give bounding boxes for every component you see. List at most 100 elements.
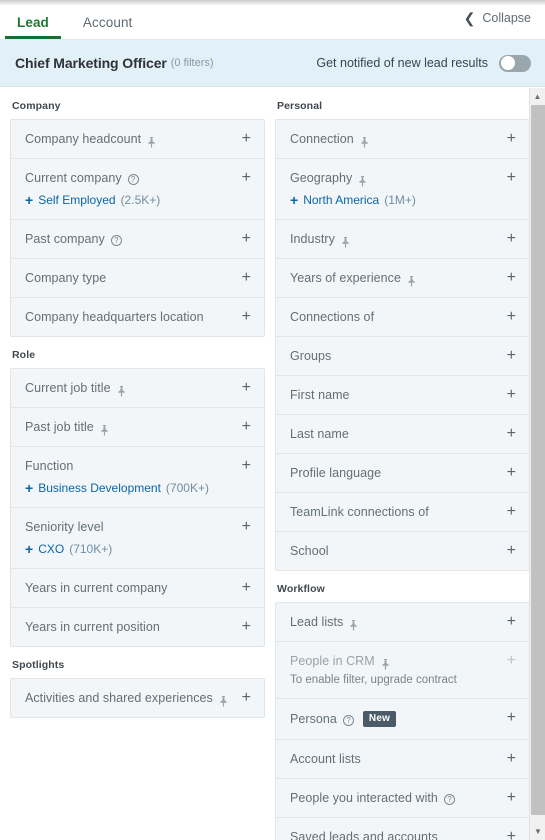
add-filter-icon[interactable]: + <box>507 710 516 726</box>
plus-icon: + <box>25 541 34 557</box>
plus-icon: + <box>25 192 34 208</box>
filters-scroll-area[interactable]: Company Company headcount + Current company… <box>0 88 545 840</box>
add-filter-icon: + <box>506 652 516 669</box>
filter-row[interactable]: Years in current company + <box>11 569 264 608</box>
add-filter-icon[interactable]: + <box>507 131 516 147</box>
filter-row[interactable]: Years of experience + <box>276 259 529 298</box>
scroll-down-arrow[interactable]: ▼ <box>530 823 545 840</box>
plus-icon: + <box>290 192 299 208</box>
filter-row[interactable]: Past company? + <box>11 220 264 259</box>
filter-row[interactable]: Years in current position + <box>11 608 264 646</box>
filter-row[interactable]: Company type + <box>11 259 264 298</box>
add-filter-icon[interactable]: + <box>242 231 251 247</box>
add-filter-icon[interactable]: + <box>242 380 251 396</box>
filter-row-header: Profile language <box>290 466 516 480</box>
filter-row[interactable]: Last name + <box>276 415 529 454</box>
add-filter-icon[interactable]: + <box>507 465 516 481</box>
add-filter-icon[interactable]: + <box>242 690 251 706</box>
add-filter-icon[interactable]: + <box>507 543 516 559</box>
left-column: Company Company headcount + Current company… <box>0 88 265 840</box>
filter-row-header: Years in current company <box>25 581 251 595</box>
add-filter-icon[interactable]: + <box>507 309 516 325</box>
add-filter-icon[interactable]: + <box>507 387 516 403</box>
filter-row[interactable]: Seniority level + + CXO (710K+) <box>11 508 264 569</box>
filter-row[interactable]: Connections of + <box>276 298 529 337</box>
filter-row[interactable]: Company headquarters location + <box>11 298 264 336</box>
chip-label: Business Development <box>38 481 161 495</box>
filter-row-header: Saved leads and accounts <box>290 830 516 840</box>
add-filter-icon[interactable]: + <box>242 419 251 435</box>
vertical-scrollbar[interactable]: ▲ ▼ <box>529 88 545 840</box>
filter-row[interactable]: School + <box>276 532 529 570</box>
add-filter-icon[interactable]: + <box>507 426 516 442</box>
add-filter-icon[interactable]: + <box>507 751 516 767</box>
filter-group-card: Company headcount + Current company? + + Self… <box>10 119 265 337</box>
add-filter-icon[interactable]: + <box>507 790 516 806</box>
new-badge: New <box>362 711 397 727</box>
filter-row[interactable]: Connection + <box>276 120 529 159</box>
add-filter-icon[interactable]: + <box>242 519 251 535</box>
filter-row-header: Lead lists <box>290 615 516 631</box>
filter-label: School <box>290 544 329 558</box>
filter-row[interactable]: Lead lists + <box>276 603 529 642</box>
filter-row[interactable]: Company headcount + <box>11 120 264 159</box>
filter-row[interactable]: TeamLink connections of + <box>276 493 529 532</box>
add-filter-icon[interactable]: + <box>242 131 251 147</box>
filter-row-header: Geography <box>290 171 516 187</box>
filter-label: Company headcount <box>25 132 142 146</box>
selected-filter-chip[interactable]: + CXO (710K+) <box>25 542 251 556</box>
filter-group-card: Connection + Geography + + North America (1M+)… <box>275 119 530 571</box>
filter-row-header: Past company? <box>25 232 251 246</box>
selected-filter-chip[interactable]: + Self Employed (2.5K+) <box>25 193 251 207</box>
help-circle-icon[interactable]: ? <box>110 234 122 246</box>
add-filter-icon[interactable]: + <box>242 170 251 186</box>
filter-row-header: Industry <box>290 232 516 248</box>
filter-label: Seniority level <box>25 520 104 534</box>
add-filter-icon[interactable]: + <box>507 504 516 520</box>
help-circle-icon[interactable]: ? <box>443 793 455 805</box>
add-filter-icon[interactable]: + <box>242 309 251 325</box>
add-filter-icon[interactable]: + <box>507 829 516 840</box>
filter-row[interactable]: Current job title + <box>11 369 264 408</box>
filter-label: Years in current company <box>25 581 168 595</box>
filter-row-header: First name <box>290 388 516 402</box>
help-circle-icon[interactable]: ? <box>127 173 139 185</box>
add-filter-icon[interactable]: + <box>507 231 516 247</box>
filter-row[interactable]: First name + <box>276 376 529 415</box>
add-filter-icon[interactable]: + <box>242 580 251 596</box>
filter-row[interactable]: Function + + Business Development (700K+) <box>11 447 264 508</box>
filter-row[interactable]: Groups + <box>276 337 529 376</box>
add-filter-icon[interactable]: + <box>507 170 516 186</box>
selected-filter-chip[interactable]: + North America (1M+) <box>290 193 516 207</box>
notify-toggle[interactable] <box>499 54 531 72</box>
filter-row[interactable]: People you interacted with? + <box>276 779 529 818</box>
plus-icon: + <box>25 480 34 496</box>
scrollbar-thumb[interactable] <box>531 105 545 815</box>
filter-row[interactable]: Past job title + <box>11 408 264 447</box>
pin-icon <box>117 384 126 397</box>
filter-row[interactable]: Current company? + + Self Employed (2.5K+) <box>11 159 264 220</box>
add-filter-icon[interactable]: + <box>242 619 251 635</box>
add-filter-icon[interactable]: + <box>507 614 516 630</box>
add-filter-icon[interactable]: + <box>507 348 516 364</box>
collapse-button[interactable]: ❮ Collapse <box>464 11 531 25</box>
filter-row-header: Function <box>25 459 251 473</box>
add-filter-icon[interactable]: + <box>242 270 251 286</box>
selected-filter-chip[interactable]: + Business Development (700K+) <box>25 481 251 495</box>
filter-row-header: Connection <box>290 132 516 148</box>
add-filter-icon[interactable]: + <box>242 458 251 474</box>
search-title-bar: Chief Marketing Officer (0 filters) Get … <box>0 40 545 87</box>
tab-account[interactable]: Account <box>83 15 132 39</box>
filter-row[interactable]: Saved leads and accounts + <box>276 818 529 840</box>
filter-row[interactable]: Persona? New + <box>276 699 529 740</box>
filter-row[interactable]: Geography + + North America (1M+) <box>276 159 529 220</box>
scroll-up-arrow[interactable]: ▲ <box>530 88 545 105</box>
help-circle-icon[interactable]: ? <box>342 714 354 726</box>
filter-row[interactable]: Activities and shared experiences + <box>11 679 264 717</box>
add-filter-icon[interactable]: + <box>507 270 516 286</box>
tab-lead[interactable]: Lead <box>5 15 61 39</box>
filter-row[interactable]: Account lists + <box>276 740 529 779</box>
filter-row-header: Last name <box>290 427 516 441</box>
filter-row[interactable]: Profile language + <box>276 454 529 493</box>
filter-row[interactable]: Industry + <box>276 220 529 259</box>
